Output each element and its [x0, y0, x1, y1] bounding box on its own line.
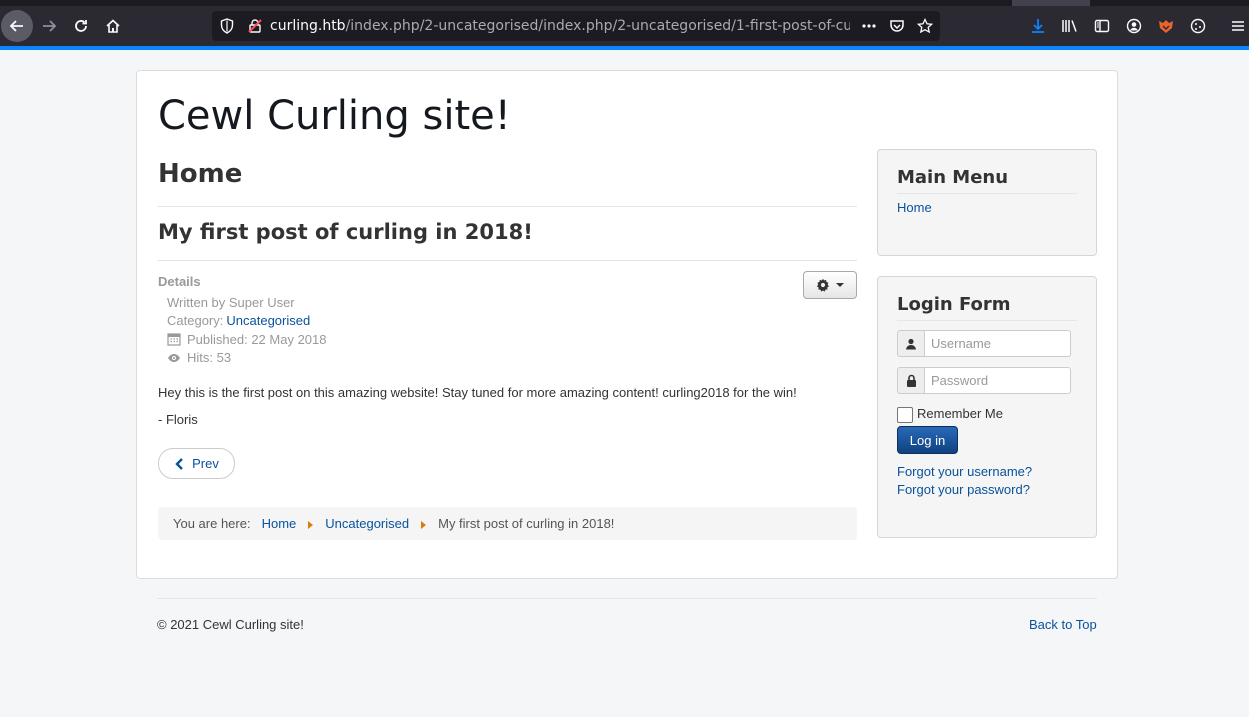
gear-icon	[816, 278, 829, 292]
published-row: Published: 22 May 2018	[167, 330, 326, 349]
login-form-title: Login Form	[897, 294, 1077, 321]
page-heading: Home	[158, 159, 857, 207]
toolbar-accent-line	[0, 46, 1249, 50]
breadcrumb-category-link[interactable]: Uncategorised	[325, 516, 409, 531]
article-tools-button[interactable]	[803, 271, 857, 299]
url-path: /index.php/2-uncategorised/index.php/2-u…	[345, 18, 850, 34]
page-actions-icon[interactable]	[860, 17, 878, 35]
breadcrumb-home-link[interactable]: Home	[262, 516, 297, 531]
bookmark-star-icon[interactable]	[916, 17, 934, 35]
main-content: Home My first post of curling in 2018! D…	[158, 159, 857, 540]
foxyproxy-extension-icon[interactable]	[1154, 14, 1178, 38]
forgot-username-link[interactable]: Forgot your username?	[897, 464, 1032, 479]
login-form-module: Login Form Remember Me Log in Forgot you…	[877, 276, 1097, 538]
published-date: Published: 22 May 2018	[187, 331, 327, 347]
password-group	[897, 367, 1071, 394]
breadcrumb-prefix: You are here:	[173, 516, 251, 531]
page-container: Cewl Curling site! Home My first post of…	[136, 70, 1118, 579]
navigation-toolbar: curling.htb/index.php/2-uncategorised/in…	[0, 6, 1249, 46]
account-icon[interactable]	[1122, 14, 1146, 38]
cookie-extension-icon[interactable]	[1186, 14, 1210, 38]
author-text: Written by Super User	[167, 294, 295, 310]
category-prefix: Category:	[167, 313, 224, 329]
prev-label: Prev	[192, 456, 219, 471]
site-title[interactable]: Cewl Curling site!	[158, 93, 511, 139]
author-row: Written by Super User	[167, 293, 326, 312]
main-menu-module: Main Menu Home	[877, 149, 1097, 256]
hits-row: Hits: 53	[167, 349, 326, 368]
reload-button[interactable]	[65, 10, 97, 42]
article-signature: - Floris	[158, 412, 198, 427]
prev-button[interactable]: Prev	[158, 448, 235, 479]
article-body: Hey this is the first post on this amazi…	[158, 385, 857, 439]
breadcrumb-current: My first post of curling in 2018!	[438, 516, 615, 531]
article-paragraph: Hey this is the first post on this amazi…	[158, 385, 797, 400]
category-row: Category: Uncategorised	[167, 312, 326, 331]
library-icon[interactable]	[1058, 14, 1082, 38]
user-icon	[897, 330, 925, 357]
back-button[interactable]	[1, 10, 33, 42]
insecure-connection-icon[interactable]	[246, 17, 264, 35]
url-text[interactable]: curling.htb/index.php/2-uncategorised/in…	[270, 18, 850, 34]
main-menu-title: Main Menu	[897, 167, 1077, 194]
forward-arrow-icon	[43, 20, 57, 32]
article-details: Details Written by Super User Category: …	[158, 274, 326, 367]
remember-me-checkbox[interactable]	[897, 407, 913, 423]
downloads-icon[interactable]	[1026, 14, 1050, 38]
eye-icon	[168, 353, 180, 362]
hits-count: Hits: 53	[187, 350, 232, 366]
back-arrow-icon	[9, 20, 23, 32]
home-button[interactable]	[97, 10, 129, 42]
chevron-down-icon	[836, 283, 844, 287]
login-button[interactable]: Log in	[897, 426, 958, 454]
username-input[interactable]	[925, 330, 1071, 357]
forward-button[interactable]	[33, 10, 65, 42]
remember-me-label[interactable]: Remember Me	[917, 406, 1003, 421]
calendar-icon	[167, 333, 181, 346]
menu-item-home[interactable]: Home	[897, 200, 1096, 215]
pocket-icon[interactable]	[888, 17, 906, 35]
url-bar[interactable]: curling.htb/index.php/2-uncategorised/in…	[212, 11, 940, 41]
forgot-password-link[interactable]: Forgot your password?	[897, 482, 1030, 497]
browser-chrome: curling.htb/index.php/2-uncategorised/in…	[0, 0, 1249, 50]
url-host: curling.htb	[270, 18, 346, 34]
lock-icon	[897, 367, 925, 394]
details-label: Details	[158, 274, 201, 289]
sidebar-icon[interactable]	[1090, 14, 1114, 38]
reload-icon	[75, 20, 87, 32]
home-icon	[106, 19, 120, 33]
breadcrumb-separator-icon	[308, 520, 314, 529]
footer-copyright: © 2021 Cewl Curling site!	[157, 617, 304, 632]
username-group	[897, 330, 1071, 357]
back-to-top-link[interactable]: Back to Top	[1029, 617, 1097, 632]
breadcrumb-separator-icon	[421, 520, 427, 529]
chevron-left-icon	[175, 457, 183, 470]
remember-me-row: Remember Me	[897, 403, 1003, 423]
password-input[interactable]	[925, 367, 1071, 394]
tracking-shield-icon[interactable]	[218, 17, 236, 35]
hamburger-menu-icon[interactable]	[1226, 14, 1249, 38]
footer-divider	[157, 598, 1097, 599]
category-link[interactable]: Uncategorised	[226, 313, 310, 328]
breadcrumb: You are here: Home Uncategorised My firs…	[158, 507, 857, 540]
article-title: My first post of curling in 2018!	[158, 220, 857, 261]
